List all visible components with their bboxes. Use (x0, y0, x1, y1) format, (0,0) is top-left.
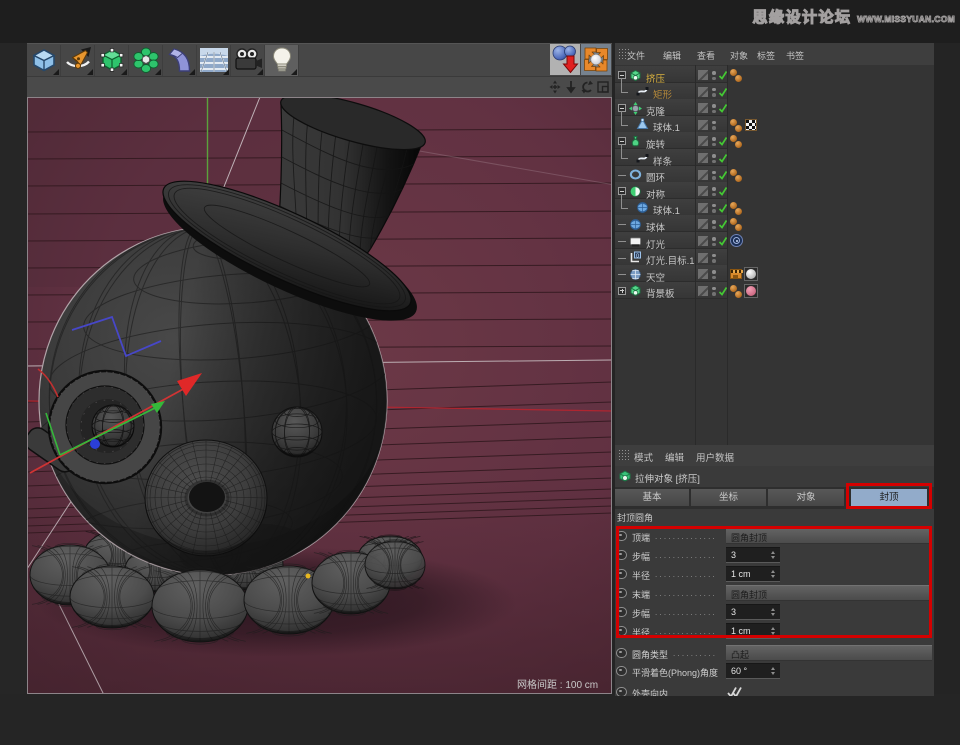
svg-text:0: 0 (636, 253, 639, 259)
svg-text:网格间距 : 100 cm: 网格间距 : 100 cm (517, 678, 598, 691)
